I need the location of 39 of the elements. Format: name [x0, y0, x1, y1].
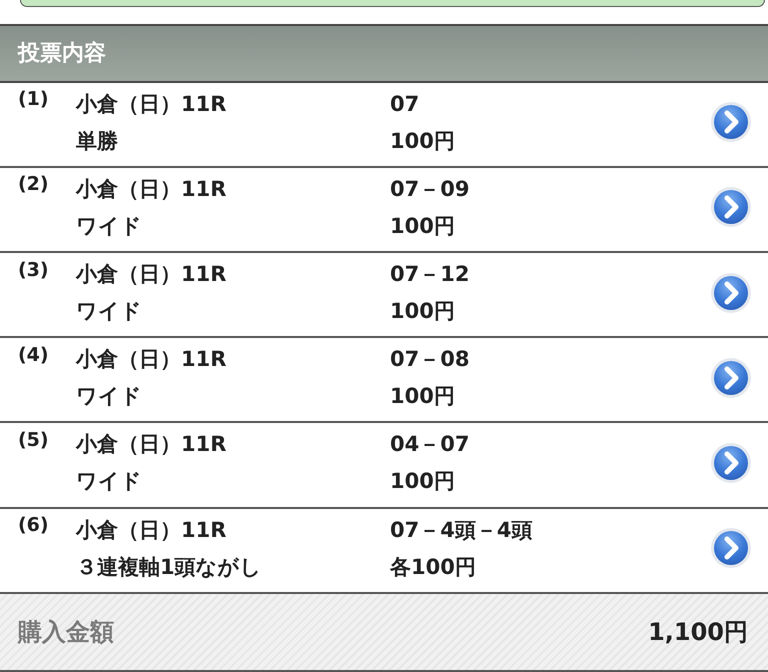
bet-number: (4): [18, 342, 50, 366]
race-name: 小倉（日）11R: [76, 176, 226, 203]
bet-type: ワイド: [76, 468, 142, 496]
bet-type: ワイド: [76, 298, 142, 326]
bet-amount: 100円: [390, 128, 455, 155]
race-name: 小倉（日）11R: [76, 516, 226, 544]
bet-number: (3): [18, 258, 50, 281]
bet-amount: 各100円: [390, 554, 476, 581]
total-amount: 1,100円: [648, 616, 748, 648]
bet-type: ３連複軸1頭ながし: [76, 554, 262, 581]
total-label: 購入金額: [18, 616, 114, 648]
bet-selection: 07－12: [390, 261, 470, 288]
chevron-right-icon[interactable]: [710, 356, 752, 399]
chevron-right-icon[interactable]: [710, 527, 752, 570]
race-name: 小倉（日）11R: [76, 90, 226, 118]
bet-number: (6): [18, 513, 50, 536]
race-name: 小倉（日）11R: [76, 431, 226, 458]
bet-amount: 100円: [390, 212, 455, 240]
bet-selection: 07－09: [390, 176, 470, 203]
bet-amount: 100円: [390, 383, 455, 410]
bet-type: ワイド: [76, 383, 142, 410]
chevron-right-icon[interactable]: [710, 101, 752, 144]
bet-type: 単勝: [76, 128, 118, 155]
bet-selection: 07－4頭－4頭: [390, 516, 532, 544]
bet-selection: 07: [390, 92, 420, 116]
bet-number: (5): [18, 428, 50, 451]
bet-type: ワイド: [76, 212, 142, 240]
race-name: 小倉（日）11R: [76, 261, 226, 288]
bet-number: (1): [18, 87, 50, 110]
section-title: 投票内容: [18, 40, 106, 68]
bet-selection: 07－08: [390, 346, 470, 374]
bet-number: (2): [18, 172, 50, 196]
bet-amount: 100円: [390, 468, 455, 496]
chevron-right-icon[interactable]: [710, 442, 752, 484]
race-name: 小倉（日）11R: [76, 346, 226, 374]
chevron-right-icon[interactable]: [710, 272, 752, 314]
bet-selection: 04－07: [390, 431, 470, 458]
chevron-right-icon[interactable]: [710, 186, 752, 228]
bet-amount: 100円: [390, 298, 455, 326]
